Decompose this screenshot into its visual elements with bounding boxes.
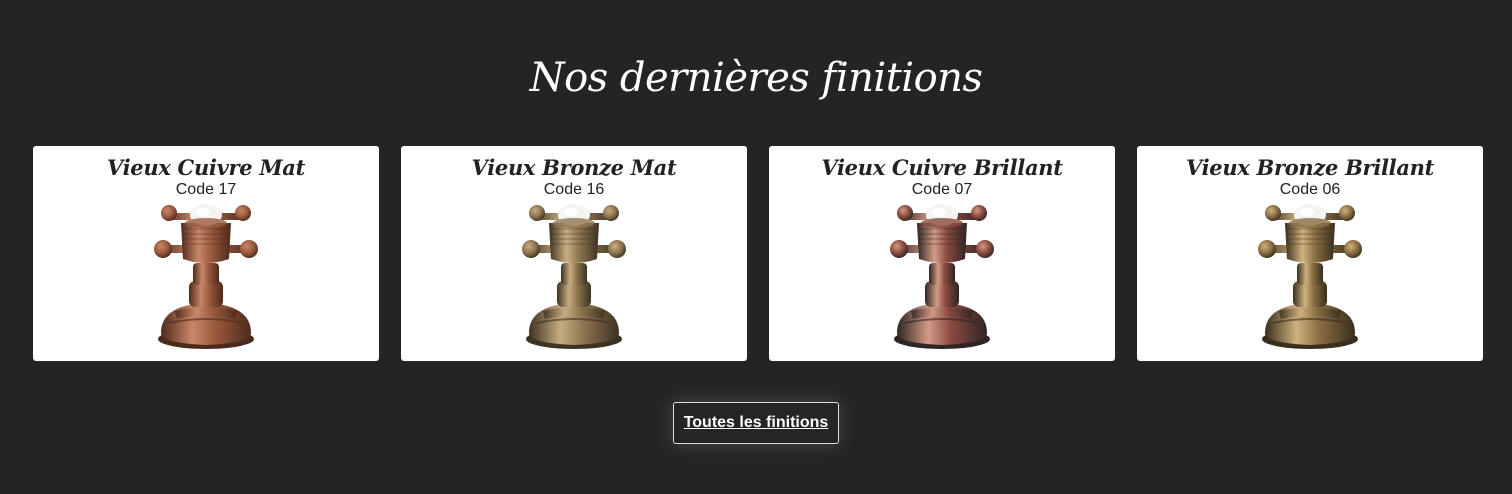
finish-name: Vieux Cuivre Brillant [821,155,1063,180]
finish-card[interactable]: Vieux Cuivre Brillant Code 07 [769,146,1115,361]
finish-name: Vieux Cuivre Mat [106,155,305,180]
valve-product-image [33,201,379,353]
finish-code: Code 06 [1279,181,1341,198]
all-finishes-button[interactable]: Toutes les finitions [672,402,840,444]
valve-product-image [1137,201,1483,353]
finish-code: Code 17 [175,181,237,198]
finish-code: Code 16 [543,181,605,198]
finishes-list: Vieux Cuivre Mat Code 17 Vieux Bronze Mat… [33,146,1483,361]
finish-code: Code 07 [911,181,973,198]
finish-name: Vieux Bronze Brillant [1185,155,1435,180]
finish-card[interactable]: Vieux Cuivre Mat Code 17 [33,146,379,361]
section-title: Nos dernières finitions [529,55,983,101]
finish-name: Vieux Bronze Mat [471,155,677,180]
valve-product-image [401,201,747,353]
finish-card[interactable]: Vieux Bronze Mat Code 16 [401,146,747,361]
finish-card[interactable]: Vieux Bronze Brillant Code 06 [1137,146,1483,361]
cta-wrapper: Toutes les finitions [0,402,1512,444]
valve-product-image [769,201,1115,353]
